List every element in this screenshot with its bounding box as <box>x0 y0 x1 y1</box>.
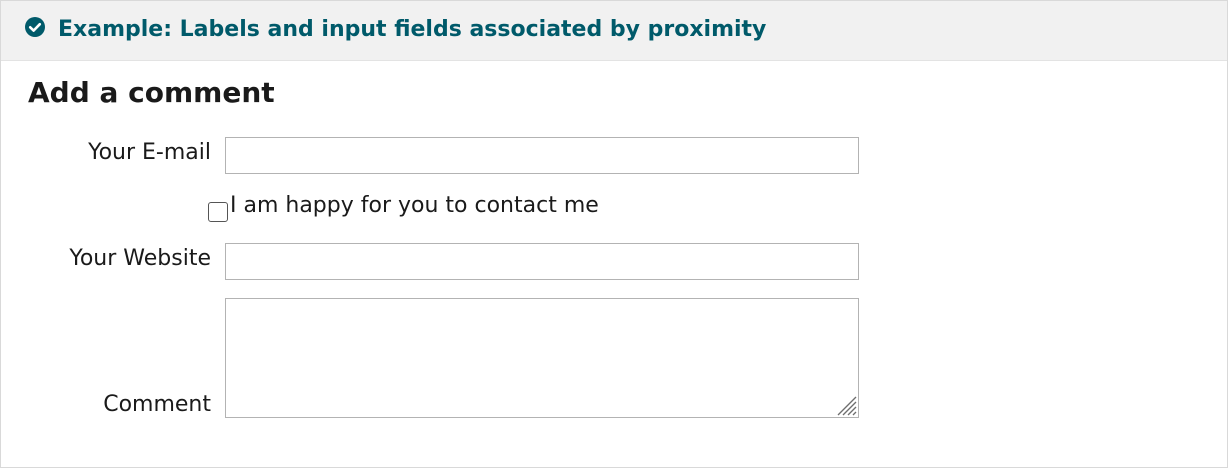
example-panel: Example: Labels and input fields associa… <box>0 0 1228 468</box>
email-field[interactable] <box>225 137 859 174</box>
contact-checkbox[interactable] <box>208 202 228 222</box>
website-field[interactable] <box>225 243 859 280</box>
check-circle-icon <box>25 17 45 37</box>
contact-checkbox-label[interactable]: I am happy for you to contact me <box>230 191 599 221</box>
resize-grip-icon[interactable] <box>835 394 857 416</box>
example-title: Example: Labels and input fields associa… <box>58 17 767 42</box>
example-header: Example: Labels and input fields associa… <box>1 1 1227 61</box>
website-label: Your Website <box>69 246 211 271</box>
comment-textarea[interactable] <box>225 298 859 418</box>
form-heading: Add a comment <box>28 76 275 109</box>
comment-label: Comment <box>103 392 211 417</box>
email-label: Your E-mail <box>88 140 211 165</box>
